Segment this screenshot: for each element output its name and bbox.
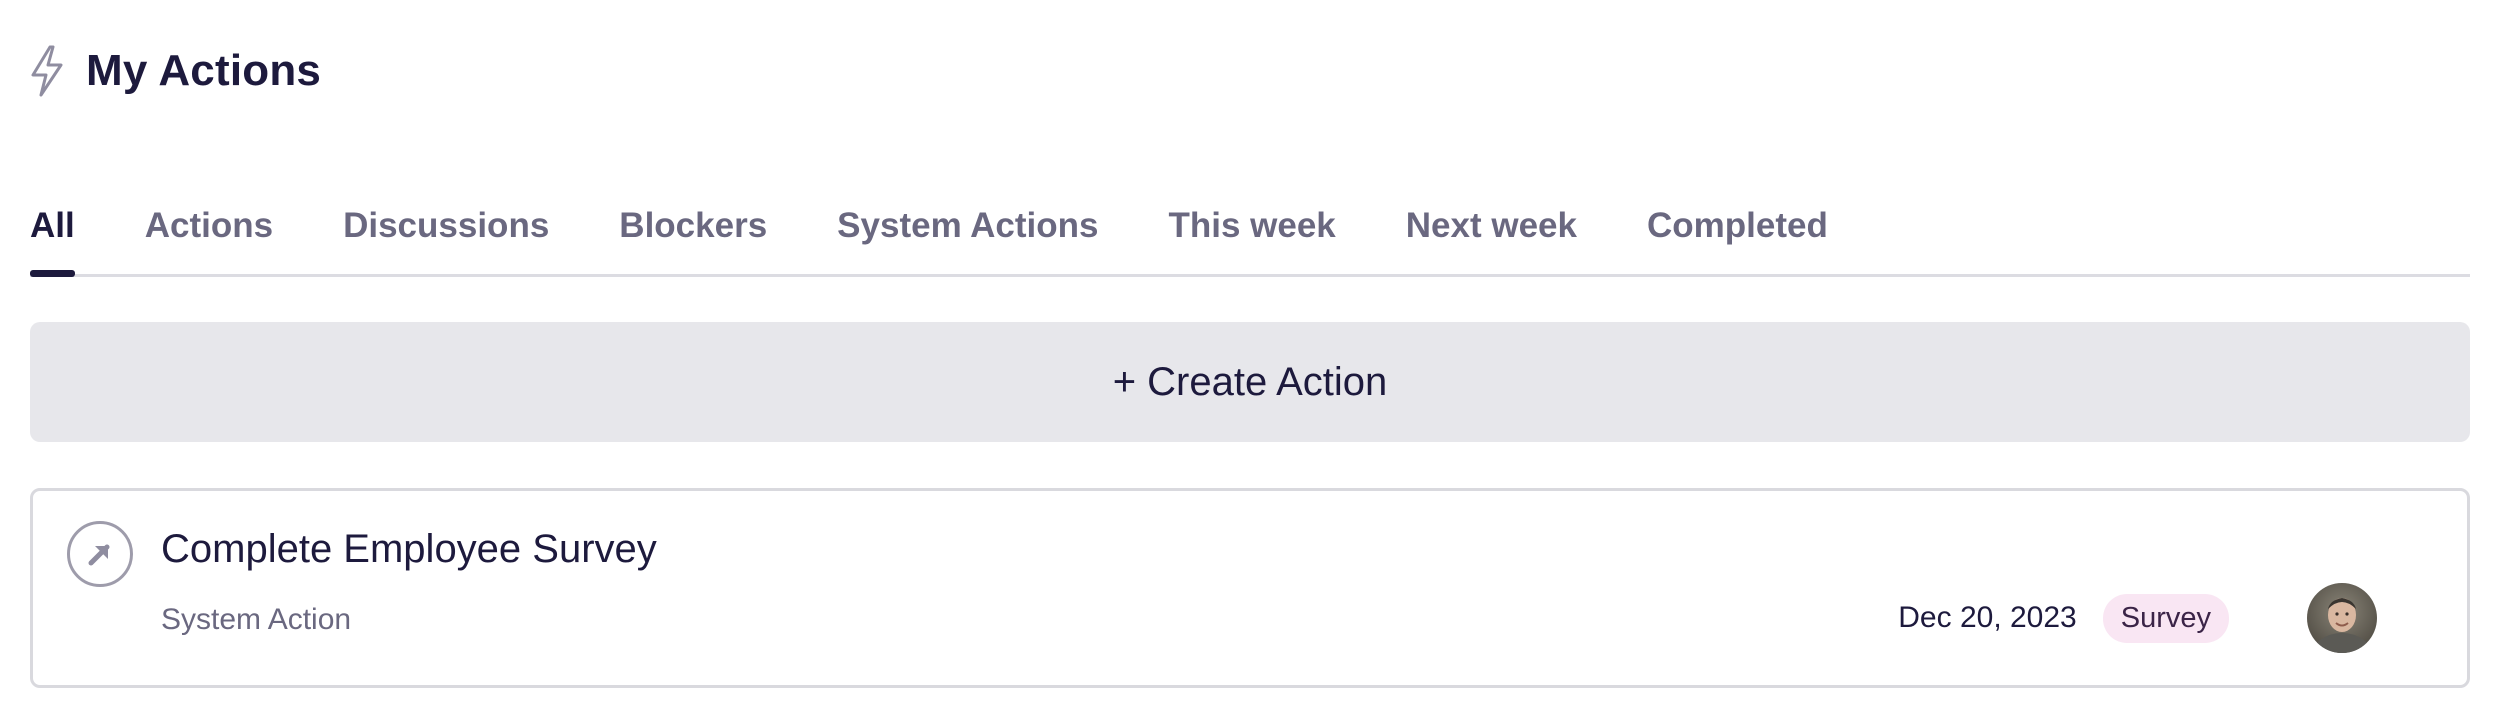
action-filter-tabs: All Actions Discussions Blockers System …: [30, 190, 2470, 277]
tab-blockers[interactable]: Blockers: [619, 190, 767, 274]
lightning-bolt-icon: [28, 44, 66, 98]
page-title: My Actions: [86, 46, 322, 95]
tab-system-actions[interactable]: System Actions: [837, 190, 1098, 274]
tab-completed[interactable]: Completed: [1647, 190, 1828, 274]
page-header: My Actions: [28, 38, 321, 104]
user-avatar[interactable]: [2307, 583, 2377, 653]
create-action-button[interactable]: + Create Action: [30, 322, 2470, 442]
survey-tag: Survey: [2102, 593, 2229, 643]
tab-all[interactable]: All: [30, 190, 75, 277]
arrow-up-right-icon: [67, 521, 133, 587]
action-meta: Dec 20, 2023 Survey: [1898, 583, 2377, 653]
action-card[interactable]: Complete Employee Survey System Action D…: [30, 488, 2470, 688]
due-date: Dec 20, 2023: [1898, 601, 2077, 634]
action-type: System Action: [161, 603, 352, 636]
tab-next-week[interactable]: Next week: [1406, 190, 1577, 274]
tab-actions[interactable]: Actions: [145, 190, 273, 274]
action-title[interactable]: Complete Employee Survey: [161, 527, 657, 572]
tab-this-week[interactable]: This week: [1168, 190, 1335, 274]
tab-discussions[interactable]: Discussions: [343, 190, 549, 274]
